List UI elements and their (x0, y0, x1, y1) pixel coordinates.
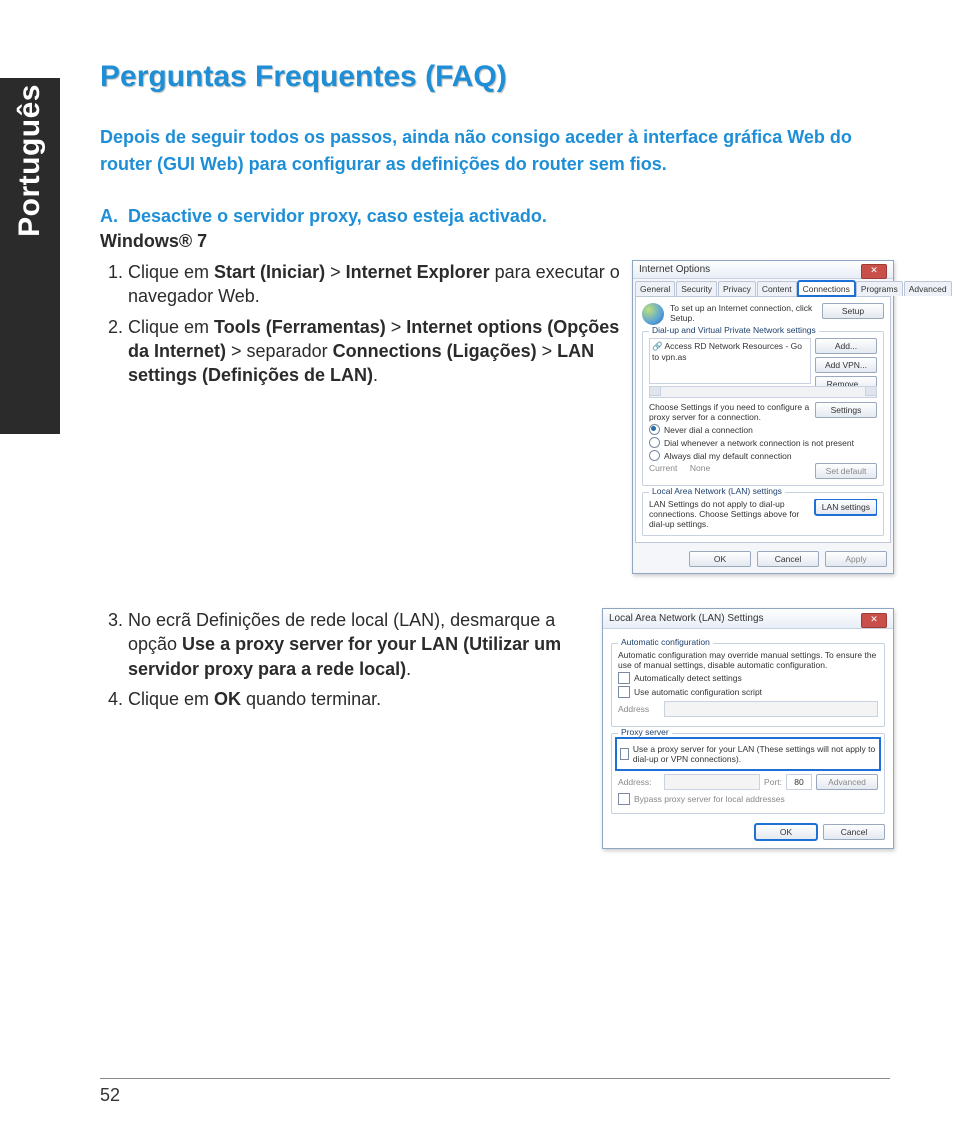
ok-button[interactable]: OK (755, 824, 817, 840)
internet-options-dialog: Internet Options ✕ General Security Priv… (632, 260, 894, 574)
tab-security[interactable]: Security (676, 281, 717, 296)
lan-settings-button[interactable]: LAN settings (815, 499, 877, 515)
dialog-title: Internet Options (639, 264, 710, 275)
set-default-button[interactable]: Set default (815, 463, 877, 479)
step-4: Clique em OK quando terminar. (128, 687, 590, 711)
list-item[interactable]: 🔗 Access RD Network Resources - Go to vp… (652, 341, 808, 362)
tab-advanced[interactable]: Advanced (904, 281, 952, 296)
dialup-vpn-group: Dial-up and Virtual Private Network sett… (642, 331, 884, 486)
cancel-button[interactable]: Cancel (823, 824, 885, 840)
radio-always-dial[interactable]: Always dial my default connection (649, 450, 877, 461)
current-label: Current (649, 463, 677, 473)
cancel-button[interactable]: Cancel (757, 551, 819, 567)
advanced-button[interactable]: Advanced (816, 774, 878, 790)
add-button[interactable]: Add... (815, 338, 877, 354)
tab-privacy[interactable]: Privacy (718, 281, 756, 296)
steps-1-2: Clique em Start (Iniciar) > Internet Exp… (100, 260, 620, 393)
proxy-port-input[interactable]: 80 (786, 774, 812, 790)
tab-general[interactable]: General (635, 281, 675, 296)
auto-config-group: Automatic configuration Automatic config… (611, 643, 885, 727)
section-a-heading: A. Desactive o servidor proxy, caso este… (100, 206, 894, 227)
dialog-titlebar: Internet Options ✕ (633, 261, 893, 279)
radio-never-dial[interactable]: Never dial a connection (649, 424, 877, 435)
globe-icon (642, 303, 664, 325)
ok-button[interactable]: OK (689, 551, 751, 567)
add-vpn-button[interactable]: Add VPN... (815, 357, 877, 373)
address-label: Address (618, 704, 660, 714)
apply-button[interactable]: Apply (825, 551, 887, 567)
proxy-server-group: Proxy server Use a proxy server for your… (611, 733, 885, 814)
list-scrollbar[interactable] (649, 386, 877, 398)
step-3: No ecrã Definições de rede local (LAN), … (128, 608, 590, 681)
page-number: 52 (100, 1078, 890, 1106)
os-heading: Windows® 7 (100, 231, 894, 252)
language-side-tab: Português (0, 78, 60, 434)
connections-listbox[interactable]: 🔗 Access RD Network Resources - Go to vp… (649, 338, 811, 384)
steps-3-4: No ecrã Definições de rede local (LAN), … (100, 608, 590, 717)
step-2: Clique em Tools (Ferramentas) > Internet… (128, 315, 620, 388)
step-1: Clique em Start (Iniciar) > Internet Exp… (128, 260, 620, 309)
tab-programs[interactable]: Programs (856, 281, 903, 296)
page-title: Perguntas Frequentes (FAQ) (100, 60, 894, 94)
page-content: Perguntas Frequentes (FAQ) Depois de seg… (100, 60, 894, 849)
dialog-titlebar: Local Area Network (LAN) Settings ✕ (603, 609, 893, 629)
auto-script-checkbox[interactable]: Use automatic configuration script (618, 686, 878, 698)
tab-strip: General Security Privacy Content Connect… (633, 279, 893, 296)
radio-dial-whenever[interactable]: Dial whenever a network connection is no… (649, 437, 877, 448)
script-address-input[interactable] (664, 701, 878, 717)
settings-button[interactable]: Settings (815, 402, 877, 418)
proxy-address-label: Address: (618, 777, 660, 787)
use-proxy-checkbox[interactable]: Use a proxy server for your LAN (These s… (620, 744, 876, 764)
dialog-title: Local Area Network (LAN) Settings (609, 613, 764, 624)
intro-text: Depois de seguir todos os passos, ainda … (100, 124, 894, 178)
tab-connections[interactable]: Connections (798, 281, 855, 296)
proxy-address-input[interactable] (664, 774, 760, 790)
tab-content[interactable]: Content (757, 281, 797, 296)
close-icon[interactable]: ✕ (861, 613, 887, 628)
auto-detect-checkbox[interactable]: Automatically detect settings (618, 672, 878, 684)
port-label: Port: (764, 777, 782, 787)
lan-settings-dialog: Local Area Network (LAN) Settings ✕ Auto… (602, 608, 894, 849)
current-value: None (690, 463, 710, 473)
bypass-local-checkbox[interactable]: Bypass proxy server for local addresses (618, 793, 878, 805)
auto-note: Automatic configuration may override man… (618, 650, 878, 670)
lan-settings-group: Local Area Network (LAN) settings LAN se… (642, 492, 884, 536)
close-icon[interactable]: ✕ (861, 264, 887, 279)
setup-button[interactable]: Setup (822, 303, 884, 319)
